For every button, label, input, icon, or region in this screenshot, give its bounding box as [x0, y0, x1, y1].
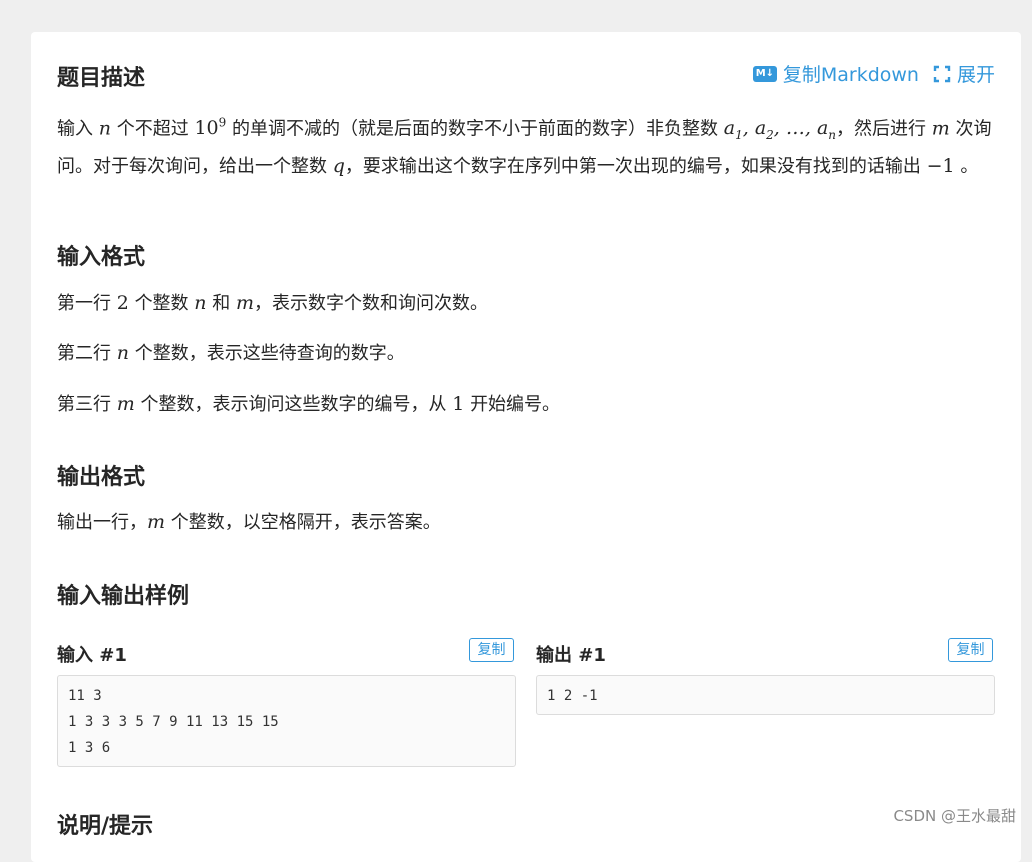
expand-icon: [933, 65, 951, 82]
expand-button[interactable]: 展开: [933, 60, 995, 87]
sample-input-label: 输入 #1: [57, 645, 127, 666]
hint-title: 说明/提示: [57, 814, 154, 839]
input-format-title: 输入格式: [57, 245, 146, 270]
sample-input-line: 1 3 6: [68, 740, 111, 756]
input-format-line-2: 第二行 n 个整数，表示这些待查询的数字。: [57, 342, 405, 364]
copy-markdown-label: 复制Markdown: [782, 64, 919, 86]
sample-input-line: 11 3: [68, 688, 102, 704]
input-format-line-1: 第一行 2 个整数 n 和 m，表示数字个数和询问次数。: [57, 292, 489, 314]
csdn-watermark: CSDN @王水最甜: [893, 807, 1016, 825]
copy-output-button[interactable]: 复制: [948, 638, 993, 662]
copy-input-button[interactable]: 复制: [469, 638, 514, 662]
sample-input-line: 1 3 3 3 5 7 9 11 13 15 15: [68, 714, 279, 730]
description-title: 题目描述: [57, 66, 146, 91]
sample-output-box[interactable]: 1 2 -1: [536, 675, 995, 715]
sample-output-label: 输出 #1: [536, 645, 606, 666]
copy-markdown-button[interactable]: M↓ 复制Markdown: [752, 60, 919, 87]
problem-card: M↓ 复制Markdown 展开 题目描述 输入 n 个不超过 109 的单调不…: [31, 32, 1021, 862]
markdown-icon: M↓: [752, 65, 777, 82]
input-format-line-3: 第三行 m 个整数，表示询问这些数字的编号，从 1 开始编号。: [57, 393, 561, 415]
output-format-line: 输出一行，m 个整数，以空格隔开，表示答案。: [57, 511, 441, 533]
sample-input-box[interactable]: 11 3 1 3 3 3 5 7 9 11 13 15 15 1 3 6: [57, 675, 516, 767]
description-paragraph: 输入 n 个不超过 109 的单调不减的（就是后面的数字不小于前面的数字）非负整…: [57, 116, 992, 178]
sample-output-line: 1 2 -1: [547, 688, 598, 704]
expand-label: 展开: [956, 64, 995, 86]
output-format-title: 输出格式: [57, 465, 146, 490]
samples-title: 输入输出样例: [57, 584, 190, 609]
header-actions: M↓ 复制Markdown 展开: [752, 60, 995, 87]
sequence-math: a1, a2, …, an: [723, 117, 837, 143]
